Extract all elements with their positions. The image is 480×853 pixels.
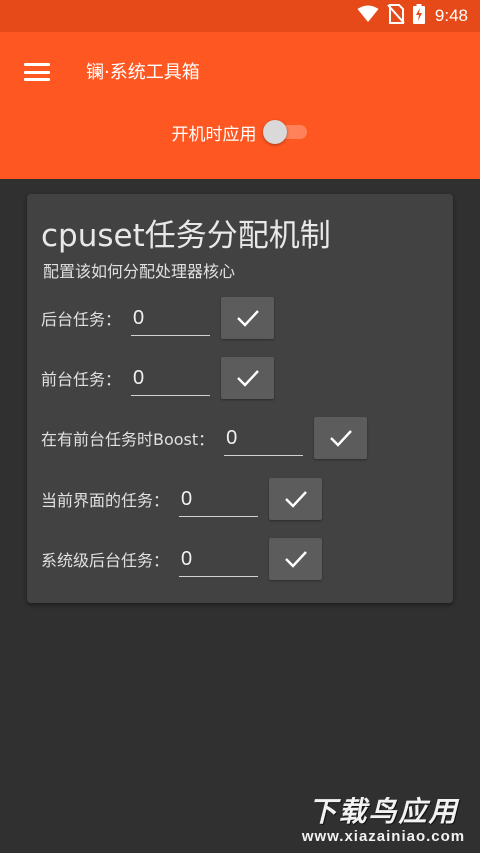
boot-apply-toggle[interactable] xyxy=(262,118,309,146)
check-icon xyxy=(236,310,259,327)
watermark: 下载鸟应用 www.xiazainiao.com xyxy=(287,784,480,853)
cpuset-card: cpuset任务分配机制 配置该如何分配处理器核心 后台任务： 前台任务： 在有… xyxy=(27,194,453,603)
watermark-title: 下载鸟应用 xyxy=(308,795,459,828)
row-label: 前台任务： xyxy=(41,370,122,389)
check-icon xyxy=(284,551,307,568)
row-label: 在有前台任务时Boost： xyxy=(41,430,215,449)
watermark-url: www.xiazainiao.com xyxy=(301,828,466,845)
row-foreground-tasks: 前台任务： xyxy=(41,355,275,401)
hamburger-menu-icon[interactable] xyxy=(22,60,52,84)
boot-apply-label: 开机时应用 xyxy=(171,124,257,145)
app-bar: 镧·系统工具箱 开机时应用 xyxy=(0,32,480,179)
card-subtitle: 配置该如何分配处理器核心 xyxy=(43,262,236,281)
row-top-app-tasks: 当前界面的任务： xyxy=(41,476,323,522)
top-app-tasks-apply-button[interactable] xyxy=(269,478,323,520)
toggle-thumb xyxy=(262,120,287,144)
boost-tasks-apply-button[interactable] xyxy=(314,417,368,459)
card-title: cpuset任务分配机制 xyxy=(41,218,331,254)
status-bar: 9:48 xyxy=(0,0,480,32)
row-label: 当前界面的任务： xyxy=(41,491,170,510)
row-background-tasks: 后台任务： xyxy=(41,295,275,341)
row-system-background-tasks: 系统级后台任务： xyxy=(41,536,323,582)
foreground-tasks-apply-button[interactable] xyxy=(221,357,275,399)
row-label: 后台任务： xyxy=(41,310,122,329)
row-boost-tasks: 在有前台任务时Boost： xyxy=(41,415,368,461)
background-tasks-input[interactable] xyxy=(131,300,211,336)
wifi-icon xyxy=(357,5,379,27)
boot-apply-row: 开机时应用 xyxy=(0,114,480,150)
battery-charging-icon xyxy=(412,4,425,28)
system-background-tasks-input[interactable] xyxy=(179,541,259,577)
check-icon xyxy=(329,430,352,447)
check-icon xyxy=(284,491,307,508)
system-background-tasks-apply-button[interactable] xyxy=(269,538,323,580)
row-label: 系统级后台任务： xyxy=(41,551,170,570)
no-sim-icon xyxy=(387,4,405,28)
check-icon xyxy=(236,370,259,387)
app-title: 镧·系统工具箱 xyxy=(86,62,200,83)
top-app-tasks-input[interactable] xyxy=(179,481,259,517)
background-tasks-apply-button[interactable] xyxy=(221,297,275,339)
boost-tasks-input[interactable] xyxy=(224,420,304,456)
status-icons: 9:48 xyxy=(357,4,468,28)
status-time: 9:48 xyxy=(434,6,468,25)
foreground-tasks-input[interactable] xyxy=(131,360,211,396)
